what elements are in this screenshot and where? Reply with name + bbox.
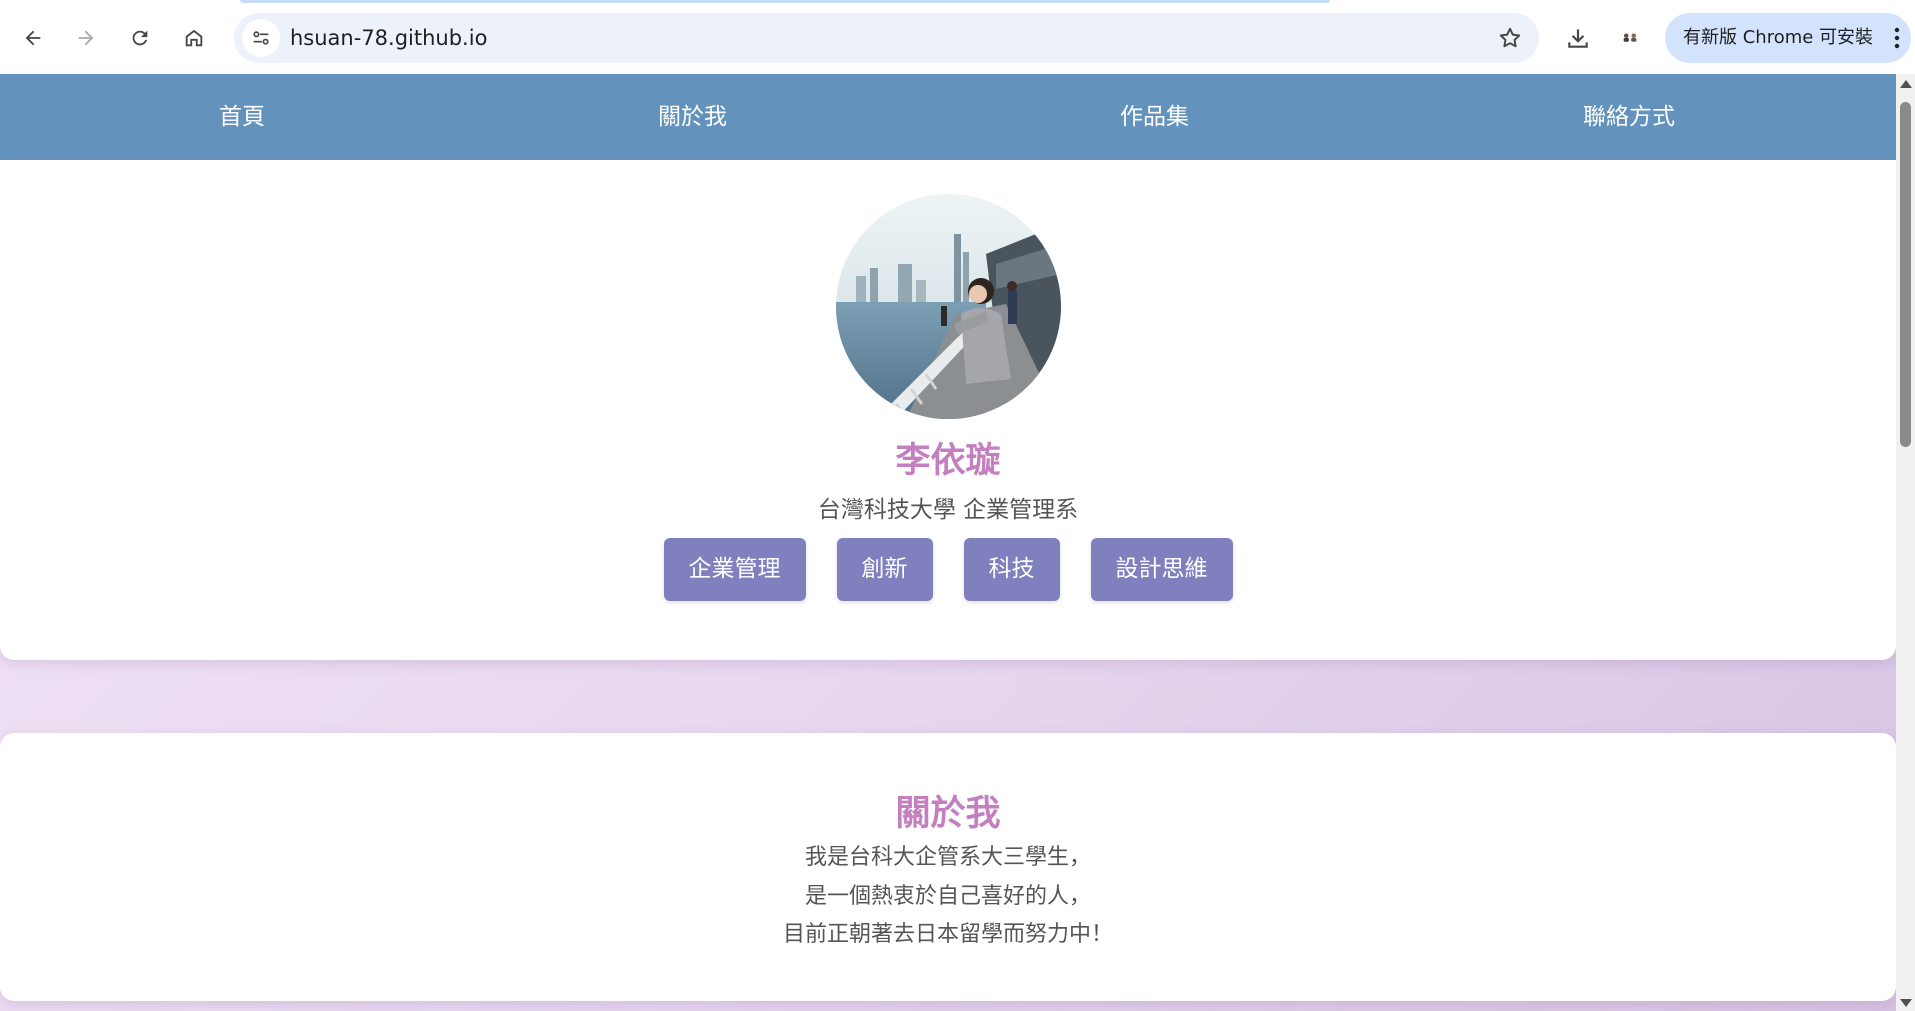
forward-button[interactable] <box>68 20 104 56</box>
update-label: 有新版 Chrome 可安裝 <box>1683 27 1874 48</box>
loading-indicator <box>240 0 1330 3</box>
tune-icon <box>253 31 269 45</box>
profile-name: 李依璇 <box>895 441 1001 481</box>
nav-link-contact[interactable]: 聯絡方式 <box>1583 74 1675 160</box>
profile-extension-button[interactable] <box>1612 22 1648 54</box>
nav-link-home[interactable]: 首頁 <box>219 74 265 160</box>
downloads-button[interactable] <box>1558 20 1598 56</box>
nav-link-about[interactable]: 關於我 <box>658 74 727 160</box>
chrome-update-button[interactable]: 有新版 Chrome 可安裝 <box>1665 13 1911 63</box>
nav-link-portfolio[interactable]: 作品集 <box>1120 74 1189 160</box>
reload-button[interactable] <box>122 20 158 56</box>
about-section: 關於我 我是台科大企管系大三學生， 是一個熱衷於自己喜好的人， 目前正朝著去日本… <box>0 733 1896 1001</box>
home-icon <box>185 29 203 47</box>
arrow-left-icon <box>25 30 41 46</box>
profile-school: 台灣科技大學 企業管理系 <box>817 497 1079 523</box>
url-text[interactable]: hsuan-78.github.io <box>290 13 487 63</box>
profile-card: 李依璇 台灣科技大學 企業管理系 企業管理 創新 科技 設計思維 <box>0 160 1896 660</box>
about-title: 關於我 <box>895 794 1001 834</box>
browser-toolbar: hsuan-78.github.io 有新版 Chrome 可安裝 <box>0 0 1915 74</box>
bookmark-star-icon[interactable] <box>1497 25 1523 51</box>
avatar-photo <box>836 194 1061 419</box>
back-button[interactable] <box>15 20 51 56</box>
arrow-right-icon <box>78 30 94 46</box>
avatar <box>836 194 1061 419</box>
scroll-up-arrow-icon[interactable] <box>1900 80 1912 88</box>
about-line: 目前正朝著去日本留學而努力中！ <box>782 922 1113 947</box>
address-bar[interactable]: hsuan-78.github.io <box>234 13 1539 63</box>
site-navbar: 首頁 關於我 作品集 聯絡方式 <box>0 74 1896 160</box>
site-info-button[interactable] <box>242 19 280 57</box>
download-icon <box>1568 29 1588 48</box>
about-line: 是一個熱衷於自己喜好的人， <box>804 883 1091 909</box>
scrollbar-thumb[interactable] <box>1900 102 1911 447</box>
tag-innovation[interactable]: 創新 <box>836 538 933 601</box>
about-line: 我是台科大企管系大三學生， <box>804 845 1091 870</box>
more-vert-icon[interactable] <box>1893 27 1901 49</box>
skill-tags: 企業管理 創新 科技 設計思維 <box>0 538 1896 601</box>
page-scrollbar[interactable] <box>1896 74 1915 1011</box>
tag-technology[interactable]: 科技 <box>963 538 1060 601</box>
scroll-down-arrow-icon[interactable] <box>1900 999 1912 1007</box>
people-icon <box>1623 33 1637 42</box>
tag-design-thinking[interactable]: 設計思維 <box>1090 538 1233 601</box>
about-text: 我是台科大企管系大三學生， 是一個熱衷於自己喜好的人， 目前正朝著去日本留學而努… <box>0 839 1896 955</box>
reload-icon <box>132 30 148 46</box>
tag-business-management[interactable]: 企業管理 <box>663 538 806 601</box>
home-button[interactable] <box>176 20 212 56</box>
